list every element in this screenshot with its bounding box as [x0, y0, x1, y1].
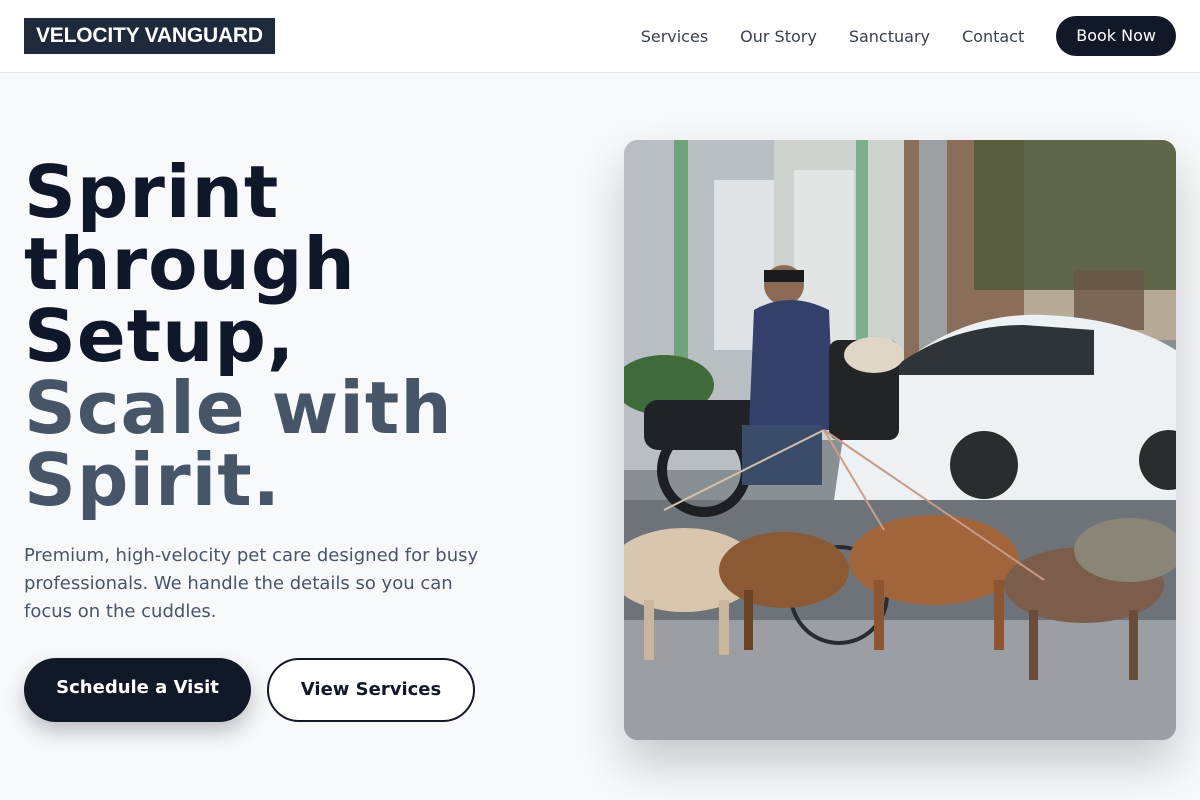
hero-title-line: Sprint [24, 150, 280, 234]
book-now-button[interactable]: Book Now [1056, 16, 1176, 56]
hero-title-line: through [24, 222, 356, 306]
main-nav: Services Our Story Sanctuary Contact Boo… [641, 16, 1176, 56]
hero-title-line: Setup, [24, 294, 296, 378]
top-navigation-bar: VELOCITY VANGUARD Services Our Story San… [0, 0, 1200, 73]
hero-title-accent-line: Spirit. [24, 438, 282, 522]
nav-link-contact[interactable]: Contact [962, 27, 1024, 46]
nav-link-services[interactable]: Services [641, 27, 708, 46]
hero-photo [624, 140, 1176, 740]
brand-logo[interactable]: VELOCITY VANGUARD [24, 18, 275, 54]
view-services-button[interactable]: View Services [267, 658, 475, 722]
schedule-visit-button[interactable]: Schedule a Visit [24, 658, 251, 722]
hero-title-accent-line: Scale with [24, 366, 453, 450]
nav-link-our-story[interactable]: Our Story [740, 27, 817, 46]
hero-title: Sprint through Setup, Scale with Spirit. [24, 156, 584, 516]
hero-subtitle: Premium, high-velocity pet care designed… [24, 545, 479, 622]
photo-dog-walker-illustration [624, 140, 1176, 740]
nav-link-sanctuary[interactable]: Sanctuary [849, 27, 930, 46]
